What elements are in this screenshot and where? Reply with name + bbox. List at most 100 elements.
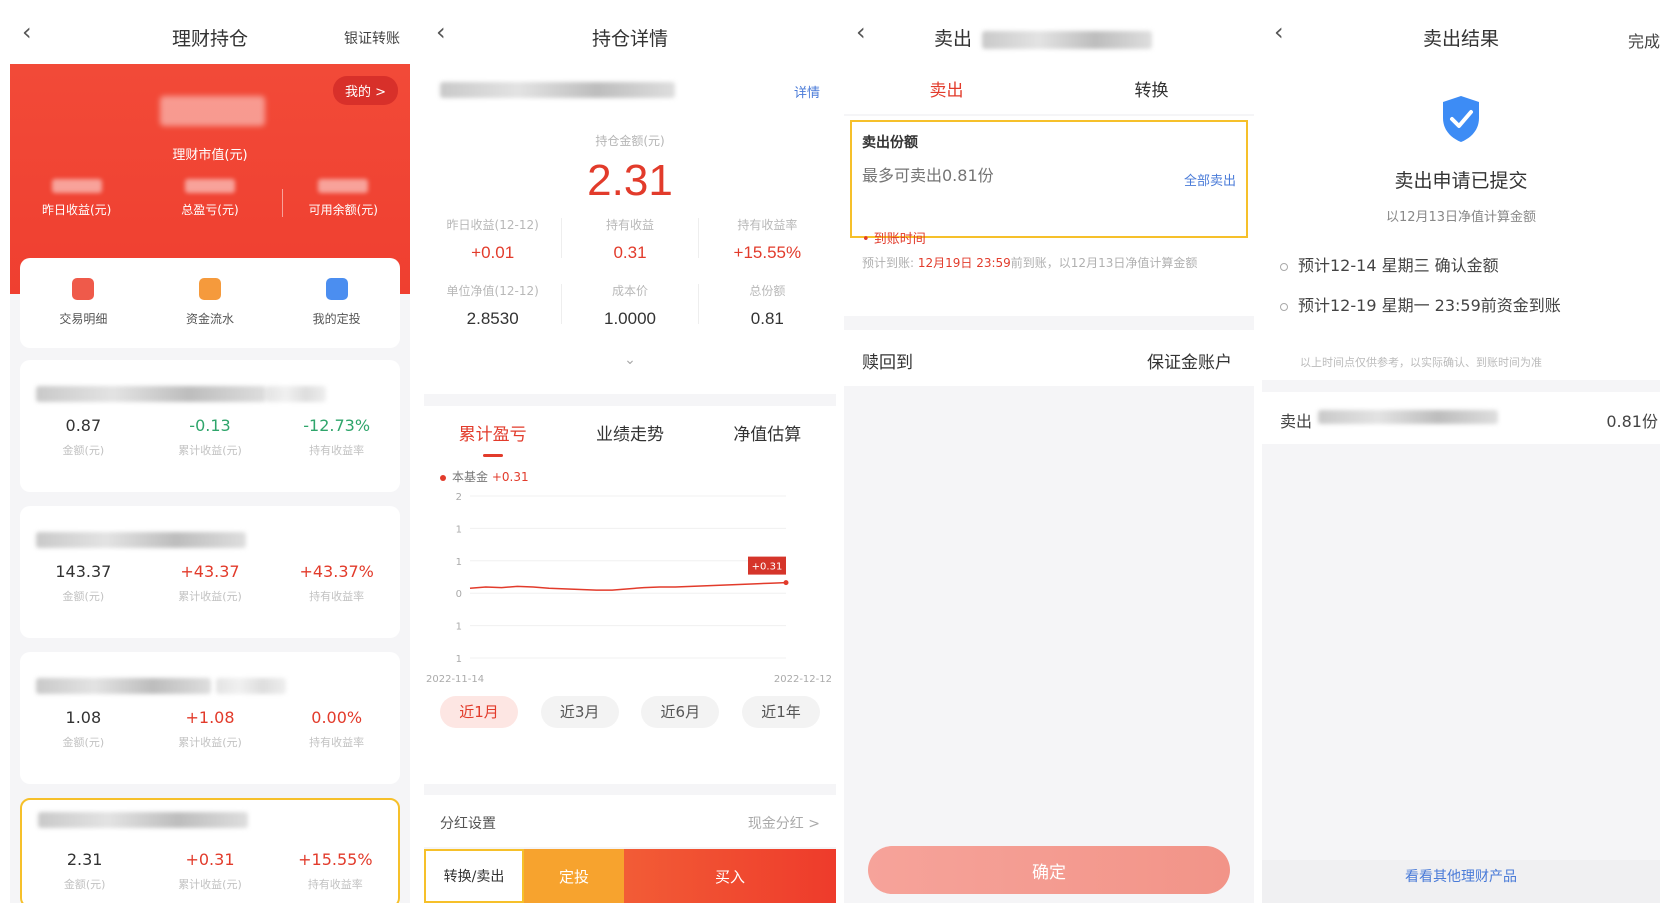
done-button[interactable]: 完成 [1628, 28, 1660, 52]
total-shares-value: 0.81 [750, 309, 784, 328]
holding-rate: -12.73% [303, 416, 371, 435]
holding-profit-label: 累计收益(元) [178, 590, 242, 603]
detail-link[interactable]: 详情 [794, 82, 820, 101]
confirm-button[interactable]: 确定 [868, 846, 1230, 894]
series-line [469, 581, 787, 591]
range-6m[interactable]: 近6月 [641, 696, 720, 728]
page-title: 持仓详情 [591, 28, 668, 50]
holding-profit-label: 累计收益(元) [178, 878, 242, 891]
pnl-line-chart: 2 1 1 0 1 1 +0.31 2022-11-14 2022-12-12 [426, 492, 832, 685]
holding-profit: +43.37 [180, 562, 240, 581]
more-products-link[interactable]: 看看其他理财产品 [1262, 866, 1660, 886]
holding-profit-label: 持有收益 [605, 218, 654, 232]
chart-legend: 本基金 +0.31 [440, 468, 529, 485]
amount-label: 持仓金额(元) [595, 134, 665, 148]
holding-card-highlighted[interactable]: 2.31 金额(元) +0.31 累计收益(元) +15.55% 持有收益率 [20, 798, 400, 903]
holding-amount: 2.31 [587, 156, 673, 205]
tab-sell[interactable]: 卖出 [844, 64, 1049, 126]
sold-shares: 0.81份 [1606, 412, 1658, 431]
x-end-label: 2022-12-12 [774, 674, 832, 685]
sell-result-panel: ‹ 卖出结果 完成 卖出申请已提交 以12月13日净值计算金额 预计12-14 … [1262, 0, 1660, 903]
holding-amount-label: 金额(元) [63, 878, 106, 891]
fund-name-blurred [982, 30, 1153, 49]
holding-amount-label: 金额(元) [62, 736, 105, 749]
holding-amount: 143.37 [55, 562, 112, 581]
bank-transfer-link[interactable]: 银证转账 [344, 28, 400, 48]
step-arrival: 预计12-19 星期一 23:59前资金到账 [1280, 292, 1561, 316]
navbar: ‹ 理财持仓 银证转账 [10, 0, 410, 64]
navbar: ‹ 持仓详情 [424, 0, 836, 64]
step-circle-icon [1280, 262, 1288, 271]
holding-name-blurred [266, 386, 326, 402]
holding-amount-label: 金额(元) [62, 590, 105, 603]
page-title: 卖出结果 [1422, 28, 1499, 50]
divider [698, 218, 699, 258]
buy-button[interactable]: 买入 [624, 849, 836, 903]
holding-rate: 0.00% [311, 708, 363, 727]
shield-icon [325, 278, 348, 300]
holding-profit: +1.08 [185, 708, 235, 727]
sell-amount-label: 卖出份额 [862, 135, 918, 151]
holding-card[interactable]: 0.87 金额(元) -0.13 累计收益(元) -12.73% 持有收益率 [20, 360, 400, 492]
auto-invest-button[interactable]: 定投 [524, 849, 624, 903]
action-bar: 转换/卖出 定投 买入 [424, 849, 836, 903]
range-1y[interactable]: 近1年 [741, 696, 820, 728]
total-profit: 总盈亏(元) [143, 179, 276, 229]
footer: 看看其他理财产品 [1262, 860, 1660, 903]
tab-convert[interactable]: 转换 [1049, 64, 1254, 114]
trade-detail-button[interactable]: 交易明细 [20, 258, 147, 348]
yesterday-income: 昨日收益(元) [10, 179, 143, 229]
series-dot [440, 474, 446, 481]
divider [561, 218, 562, 258]
tab-cumulative-pnl[interactable]: 累计盈亏 [424, 420, 561, 457]
result-summary: 卖出申请已提交 以12月13日净值计算金额 预计12-14 星期三 确认金额 预… [1262, 64, 1660, 380]
tab-nav-estimate[interactable]: 净值估算 [699, 420, 836, 445]
receipt-icon [72, 278, 95, 300]
yesterday-income-label: 昨日收益(12-12) [446, 218, 539, 232]
holding-rate-label: 持有收益率 [309, 736, 365, 749]
market-value-label: 理财市值(元) [172, 148, 248, 163]
my-button[interactable]: 我的 > [332, 76, 398, 105]
redeem-to-label: 赎回到 [862, 353, 913, 373]
divider [282, 189, 283, 217]
redeem-to-row[interactable]: 赎回到 保证金账户 [844, 330, 1254, 386]
sell-amount-input[interactable] [862, 166, 1122, 185]
legend-name: 本基金 [452, 470, 489, 484]
my-plan-button[interactable]: 我的定投 [273, 258, 400, 348]
cost-price-value: 1.0000 [603, 309, 656, 328]
holding-profit-label: 累计收益(元) [178, 736, 242, 749]
dividend-row[interactable]: 分红设置 现金分红 > [424, 795, 836, 847]
position-summary: 详情 持仓金额(元) 2.31 昨日收益(12-12) +0.01 持有收益 0.3… [424, 64, 836, 394]
cost-price-label: 成本价 [611, 284, 648, 298]
sold-row: 卖出 0.81份 [1262, 392, 1660, 444]
sell-panel: ‹ 卖出 卖出 转换 卖出份额 全部卖出 • 到账时间 预计到账: 12月19日… [844, 0, 1254, 903]
tab-performance[interactable]: 业绩走势 [561, 420, 698, 445]
holding-profit: +0.31 [185, 850, 235, 869]
chevron-down-icon[interactable]: ⌄ [424, 352, 836, 368]
arrival-time-text: 预计到账: 12月19日 23:59前到账，以12月13日净值计算金额 [862, 256, 1198, 270]
end-point [783, 580, 789, 586]
holding-card[interactable]: 1.08 金额(元) +1.08 累计收益(元) 0.00% 持有收益率 [20, 652, 400, 784]
holdings-panel: ‹ 理财持仓 银证转账 我的 > 理财市值(元) 昨日收益(元) 总盈亏(元) … [10, 0, 410, 903]
divider [698, 284, 699, 324]
convert-sell-button[interactable]: 转换/卖出 [424, 849, 524, 903]
page-title: 卖出 [934, 24, 1254, 51]
back-icon[interactable]: ‹ [856, 20, 866, 44]
dividend-value: 现金分红 > [747, 816, 820, 832]
holding-rate-label: 持有收益率 [309, 590, 365, 603]
holding-card[interactable]: 143.37 金额(元) +43.37 累计收益(元) +43.37% 持有收益率 [20, 506, 400, 638]
navbar: ‹ 卖出 [844, 0, 1254, 64]
wallet-icon [199, 278, 221, 300]
divider [561, 284, 562, 324]
range-3m[interactable]: 近3月 [540, 696, 619, 728]
holding-profit-label: 累计收益(元) [178, 444, 242, 457]
sell-all-link[interactable]: 全部卖出 [1184, 170, 1236, 189]
quick-actions: 交易明细 资金流水 我的定投 [20, 258, 400, 348]
fund-flow-button[interactable]: 资金流水 [147, 258, 274, 348]
arrival-time-label: • 到账时间 [862, 232, 926, 247]
range-1m[interactable]: 近1月 [440, 696, 518, 728]
yesterday-income-value: +0.01 [471, 243, 515, 262]
fund-name-blurred [440, 82, 675, 98]
legend-value: +0.31 [491, 470, 529, 484]
sold-label: 卖出 [1280, 412, 1313, 431]
